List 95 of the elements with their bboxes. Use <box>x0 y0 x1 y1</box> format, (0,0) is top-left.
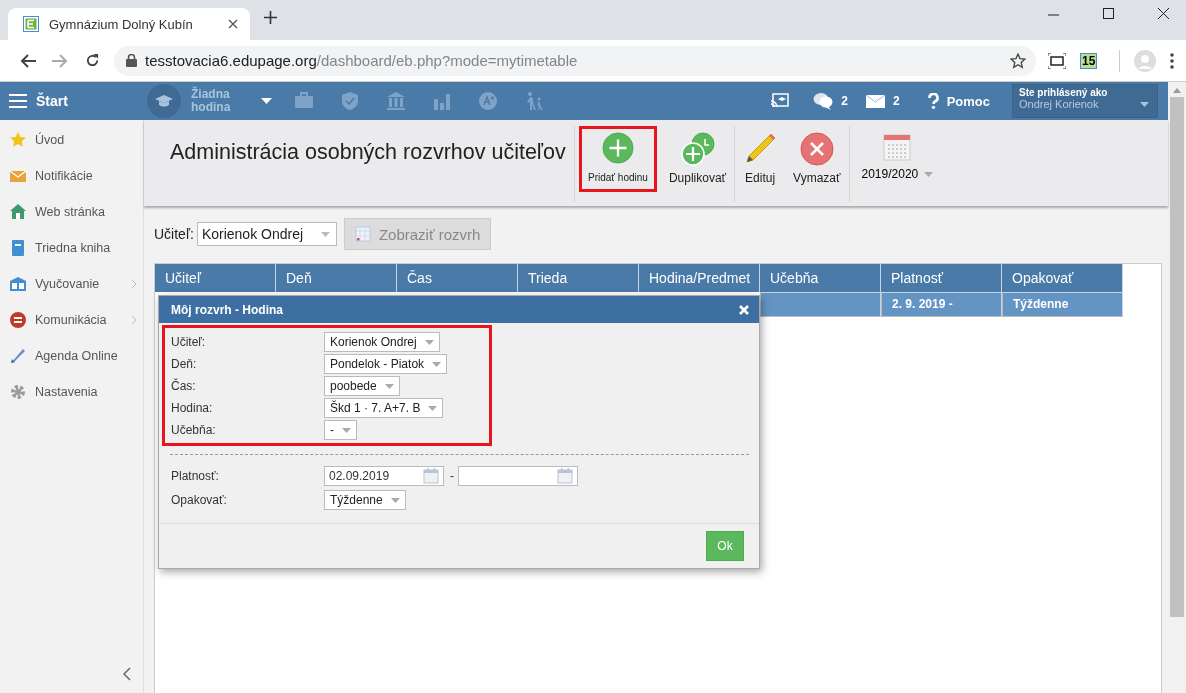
dropdown-caret-icon <box>424 339 434 345</box>
dropdown-field[interactable]: Škd 1 · 7. A+7. B <box>324 398 444 418</box>
sidebar-item[interactable]: Nastavenia <box>35 385 98 399</box>
toolbar-button[interactable]: Duplikovať <box>664 126 731 186</box>
dropdown-caret-icon[interactable] <box>261 98 272 104</box>
sidebar-item[interactable]: Agenda Online <box>35 349 118 363</box>
dropdown-caret-icon <box>320 231 330 237</box>
help-link[interactable]: Pomoc <box>946 93 990 109</box>
calendar-icon <box>423 468 439 484</box>
field-label: Hodina: <box>171 401 214 415</box>
field-label: Čas: <box>171 379 197 393</box>
toolbar-button[interactable]: Edituj <box>739 126 782 186</box>
sidebar-item[interactable]: Komunikácia <box>35 313 107 327</box>
reload-icon[interactable] <box>84 53 100 68</box>
column-header[interactable]: Učiteľ <box>155 264 276 292</box>
star-icon <box>9 131 27 149</box>
school-year-selector[interactable]: 2019/2020 <box>861 167 919 181</box>
dropdown-field[interactable]: poobede <box>324 376 400 396</box>
dropdown-field[interactable]: Týždenne <box>324 490 406 510</box>
start-menu-label[interactable]: Štart <box>36 93 68 109</box>
sidebar-item[interactable]: Web stránka <box>35 205 105 219</box>
teacher-select[interactable]: Korienok Ondrej <box>196 222 337 246</box>
graduation-cap-icon[interactable] <box>155 94 173 108</box>
user-menu[interactable]: Ste prihlásený ako Ondrej Korienok <box>1012 84 1158 118</box>
close-icon[interactable] <box>1158 8 1169 19</box>
star-icon[interactable] <box>1010 52 1026 69</box>
pencil-icon <box>743 132 778 166</box>
calendar-icon <box>557 468 573 484</box>
table-cell[interactable] <box>760 292 881 317</box>
screen-capture-icon[interactable] <box>1048 52 1066 69</box>
date-separator: - <box>450 469 454 483</box>
field-label: Opakovať: <box>171 493 228 507</box>
dialog-title: Môj rozvrh - Hodina <box>171 302 283 317</box>
more-menu-icon[interactable] <box>1170 52 1175 69</box>
dropdown-caret-icon <box>342 427 351 433</box>
question-mark-icon[interactable] <box>927 93 939 109</box>
menu-icon[interactable] <box>9 94 27 108</box>
dropdown-caret-icon <box>428 405 438 411</box>
sidebar-item[interactable]: Notifikácie <box>35 169 93 183</box>
book-icon <box>9 239 27 257</box>
column-header[interactable]: Čas <box>397 264 518 292</box>
dropdown-field[interactable]: - <box>324 420 357 440</box>
dropdown-field[interactable]: Pondelok - Piatok <box>324 354 448 374</box>
chat-bubbles-icon[interactable] <box>813 92 834 110</box>
close-icon[interactable] <box>228 19 238 29</box>
dropdown-caret-icon <box>390 497 400 503</box>
field-label: Učebňa: <box>171 423 217 437</box>
toolbar-button[interactable]: Pridať hodinu <box>579 126 657 192</box>
column-header[interactable]: Učebňa <box>760 264 881 292</box>
delete-circle-icon <box>799 132 834 166</box>
chat-bubble-icon <box>9 311 27 329</box>
extension-badge[interactable]: 15 <box>1080 52 1098 69</box>
dropdown-caret-icon <box>1140 102 1149 107</box>
envelope-icon[interactable] <box>865 94 885 108</box>
mail-count: 2 <box>892 94 900 108</box>
duplicate-plus-icon <box>680 132 715 166</box>
collapse-chevron-icon[interactable] <box>123 667 131 681</box>
date-field[interactable] <box>458 466 578 486</box>
new-tab-plus-icon[interactable] <box>264 10 277 24</box>
dropdown-caret-icon <box>924 171 934 177</box>
dropdown-caret-icon <box>384 383 394 389</box>
site-logo-icon <box>23 16 39 32</box>
open-book-icon <box>9 275 27 293</box>
calendar-icon <box>883 133 912 161</box>
house-icon <box>9 203 27 221</box>
toolbar-button[interactable]: Vymazať <box>789 126 845 186</box>
date-field[interactable]: 02.09.2019 <box>324 466 444 486</box>
chat-count: 2 <box>841 94 848 108</box>
back-arrow-icon[interactable] <box>20 53 36 68</box>
column-header[interactable]: Trieda <box>518 264 639 292</box>
pen-icon <box>9 347 27 365</box>
timetable-grid-icon <box>354 226 371 242</box>
sidebar-item[interactable]: Vyučovanie <box>35 277 100 291</box>
scroll-up-arrow-icon[interactable] <box>1173 88 1181 93</box>
gear-icon <box>9 383 27 401</box>
column-header[interactable]: Deň <box>276 264 397 292</box>
screen-share-icon[interactable] <box>771 93 790 109</box>
forward-arrow-icon[interactable] <box>52 53 68 68</box>
field-label: Učiteľ: <box>171 335 207 349</box>
dropdown-caret-icon <box>432 361 442 367</box>
lock-icon <box>126 54 137 67</box>
column-header[interactable]: Platnosť <box>881 264 1002 292</box>
close-button[interactable] <box>739 304 749 315</box>
page-title: Administrácia osobných rozvrhov učiteľov <box>170 140 567 165</box>
sidebar-item[interactable]: Úvod <box>35 133 65 147</box>
maximize-icon[interactable] <box>1103 8 1114 19</box>
field-label: Deň: <box>171 357 198 371</box>
column-header[interactable]: Opakovať <box>1002 264 1123 292</box>
plus-circle-icon <box>600 132 635 164</box>
column-header[interactable]: Hodina/Predmet <box>639 264 760 292</box>
teacher-filter-label: Učiteľ: <box>154 226 194 242</box>
sidebar-item[interactable]: Triedna kniha <box>35 241 111 255</box>
dropdown-field[interactable]: Korienok Ondrej <box>324 332 440 352</box>
scrollbar-thumb[interactable] <box>1170 97 1184 617</box>
field-label: Platnosť: <box>171 469 220 483</box>
